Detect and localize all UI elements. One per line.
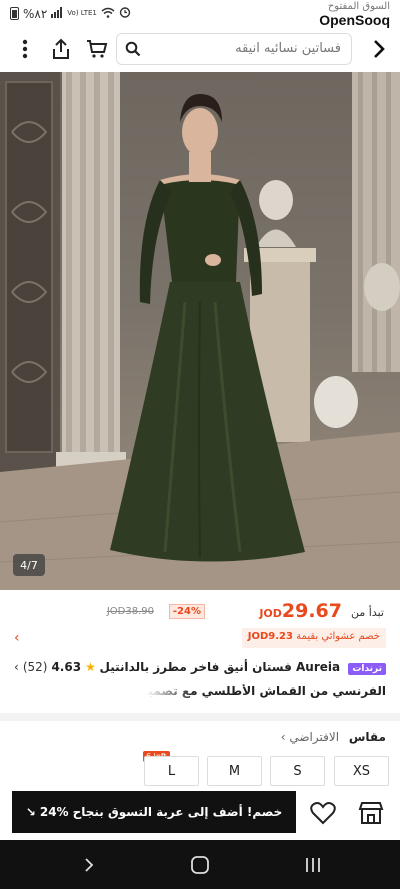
nav-home-button[interactable] [185,852,215,878]
trend-down-icon: ↘ [25,805,36,819]
add-to-cart-button[interactable]: خصم! أضف إلى عربة التسوق بنجاح 24% ↘ [12,791,296,833]
product-photo [0,72,400,590]
signal-icon [51,6,63,21]
price-from-label: تبدأ من [351,606,384,619]
chevron-right-icon [85,858,94,872]
back-button[interactable] [364,34,394,64]
store-button[interactable] [354,796,388,830]
current-price: JOD29.67 [259,600,342,622]
add-to-cart-discount: 24% [39,805,69,819]
chevron-right-icon: › [280,730,286,744]
heart-icon [310,802,336,825]
wifi-icon [101,7,115,21]
opensooq-label: OpenSooq [319,12,390,28]
size-option-s[interactable]: S [270,756,325,786]
trend-badge: ترندات [348,663,386,675]
size-default-label: الافتراضي [289,730,340,744]
discount-badge: -24% [168,604,205,619]
section-divider [0,713,400,721]
rating-score: 4.63 [51,660,82,674]
product-title-line1: فستان أنيق فاخر مطرز بالدانتيل [99,660,292,674]
product-image[interactable]: 4/7 [0,72,400,590]
store-icon [358,802,384,824]
rating-summary[interactable]: ‹ (52) 4.63 ★ [14,660,96,674]
app-bar: فساتين نسائيه انيقه [0,30,400,70]
size-header[interactable]: مقاس الافتراضي › [281,730,386,744]
battery-level: %٨٢ [23,6,48,21]
opensooq-logo: السوق المفتوح OpenSooq [319,1,390,29]
share-icon [53,38,69,59]
more-menu-button[interactable] [10,34,40,64]
size-option-l[interactable]: L [144,756,199,786]
status-indicators: %٨٢ Vo) LTE1 [10,6,131,21]
size-option-xs[interactable]: XS [334,756,389,786]
product-title: ترندات Aureia فستان أنيق فاخر مطرز بالدا… [99,660,386,675]
recents-icon [306,858,320,872]
product-title-line2: الفرنسي من القماش الأطلسي مع تصميم خط ال… [146,684,386,698]
image-counter: 4/7 [13,554,45,576]
size-label: مقاس [348,730,386,744]
search-icon [125,41,141,61]
share-button[interactable] [46,34,76,64]
search-input[interactable]: فساتين نسائيه انيقه [116,33,352,65]
nav-back-button[interactable] [74,852,104,878]
more-vertical-icon [22,39,28,59]
random-discount-label: خصم عشوائي بقيمة [296,631,380,642]
chevron-left-icon[interactable]: ‹ [14,630,20,646]
home-icon [191,856,209,874]
review-count: (52) [22,660,48,674]
star-icon: ★ [85,660,96,674]
alarm-icon [119,6,131,21]
add-to-cart-label: خصم! أضف إلى عربة التسوق بنجاح [72,805,283,819]
cart-button[interactable] [82,34,112,64]
old-price: JOD38.90 [106,606,154,617]
chevron-right-icon [374,40,385,58]
network-label: Vo) LTE1 [67,9,97,17]
nav-recents-button[interactable] [298,852,328,878]
chevron-left-icon: ‹ [14,660,19,674]
random-discount-value: JOD9.23 [247,631,293,642]
price-value: 29.67 [281,600,342,622]
wishlist-button[interactable] [306,796,340,830]
system-nav-bar [0,840,400,889]
cart-icon [87,40,108,58]
price-currency: JOD [259,607,282,620]
battery-icon [10,7,19,20]
price-row: تبدأ من JOD29.67 -24% JOD38.90 [0,600,400,626]
search-query: فساتين نسائيه انيقه [235,41,341,56]
opensooq-arabic-label: السوق المفتوح [327,1,390,12]
size-option-m[interactable]: M [207,756,262,786]
random-discount-banner[interactable]: خصم عشوائي بقيمة JOD9.23 [241,628,386,648]
size-options: XS S M L [0,756,400,786]
status-bar: %٨٢ Vo) LTE1 السوق المفتوح OpenSooq [0,0,400,30]
action-bar: خصم! أضف إلى عربة التسوق بنجاح 24% ↘ [0,786,400,838]
brand-name: Aureia [296,660,341,674]
product-title-block: ترندات Aureia فستان أنيق فاخر مطرز بالدا… [0,660,400,706]
